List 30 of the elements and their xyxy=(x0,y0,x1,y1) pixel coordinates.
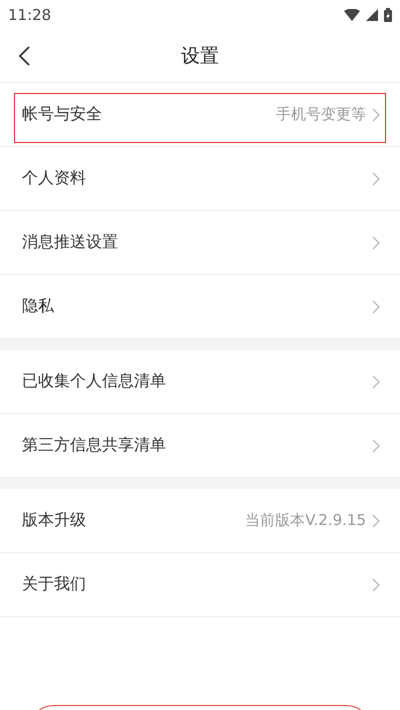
item-label: 版本升级 xyxy=(22,510,87,531)
item-label: 帐号与安全 xyxy=(22,104,103,125)
chevron-icon xyxy=(372,438,380,452)
item-label: 个人资料 xyxy=(22,168,87,189)
chevron-icon xyxy=(372,236,380,250)
back-icon[interactable] xyxy=(18,46,30,66)
item-label: 第三方信息共享清单 xyxy=(22,435,167,456)
item-value: 手机号变更等 xyxy=(276,105,366,124)
chevron-icon xyxy=(372,172,380,186)
settings-item[interactable]: 帐号与安全 手机号变更等 xyxy=(0,83,400,147)
settings-item[interactable]: 版本升级 当前版本V.2.9.15 xyxy=(0,489,400,553)
settings-item[interactable]: 个人资料 xyxy=(0,147,400,211)
settings-item[interactable]: 消息推送设置 xyxy=(0,211,400,275)
item-label: 消息推送设置 xyxy=(22,232,119,253)
settings-item[interactable]: 已收集个人信息清单 xyxy=(0,350,400,414)
status-time: 11:28 xyxy=(8,6,52,24)
item-label: 已收集个人信息清单 xyxy=(22,371,167,392)
wifi-icon xyxy=(344,9,360,21)
chevron-icon xyxy=(372,108,380,122)
item-label: 关于我们 xyxy=(22,574,87,595)
settings-item[interactable]: 关于我们 xyxy=(0,553,400,617)
item-label: 隐私 xyxy=(22,296,55,317)
chevron-icon xyxy=(372,514,380,528)
page-title: 设置 xyxy=(181,44,219,69)
battery-icon xyxy=(384,8,392,22)
chevron-icon xyxy=(372,300,380,314)
signal-icon xyxy=(366,9,378,21)
chevron-icon xyxy=(372,578,380,592)
chevron-icon xyxy=(372,374,380,388)
item-value: 当前版本V.2.9.15 xyxy=(245,511,366,530)
